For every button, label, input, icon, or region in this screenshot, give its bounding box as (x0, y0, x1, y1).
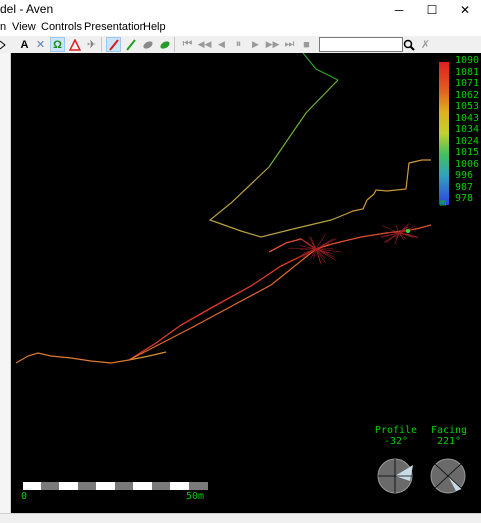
legend-value: 1015 (455, 148, 479, 158)
toolbar-partial-icon[interactable] (0, 37, 8, 52)
scale-bar (23, 482, 208, 490)
profile-value: -32° (374, 436, 418, 447)
rewind-icon[interactable]: ◀ (214, 37, 229, 52)
survey-leg (346, 160, 431, 214)
play-end-icon[interactable]: ⏭ (282, 37, 297, 52)
legend-value: 1053 (455, 102, 479, 112)
facing-label: Facing (427, 425, 471, 436)
find-icon[interactable] (401, 37, 416, 52)
survey-leg (16, 353, 129, 363)
legend-value: 1062 (455, 91, 479, 101)
survey-leg (129, 249, 316, 360)
search-input[interactable] (319, 37, 403, 52)
minimize-icon[interactable]: ─ (383, 0, 415, 19)
menu-view[interactable]: View (12, 21, 36, 33)
fixed-points-icon[interactable] (67, 37, 82, 52)
play-icon[interactable]: ▶ (248, 37, 263, 52)
rewind-fast-icon[interactable]: ◀◀ (197, 37, 212, 52)
stop-icon[interactable]: ■ (299, 37, 314, 52)
profile-dial[interactable] (378, 459, 413, 493)
legend-value: 996 (455, 171, 473, 181)
menu-bar: n View Controls Presentation Help (0, 19, 481, 36)
toolbar-separator (101, 37, 104, 52)
entrances-icon[interactable]: Ω (50, 37, 65, 52)
legend-value: 1081 (455, 68, 479, 78)
exported-points-icon[interactable]: ✈ (84, 37, 99, 52)
rewind-start-icon[interactable]: ⏮ (180, 37, 195, 52)
title-bar: del - Aven ─ ☐ ✕ (0, 0, 481, 19)
legend-value: 1006 (455, 160, 479, 170)
toolbar: A ✕ Ω ✈ ⏮ ◀◀ ◀ ⏸ ▶ ▶▶ ⏭ ■ ✗ (0, 36, 481, 54)
centreline-icon[interactable] (106, 37, 121, 52)
survey-leg (129, 249, 316, 360)
legend-value: 1034 (455, 125, 479, 135)
station-marker (406, 229, 410, 233)
play-fast-icon[interactable]: ▶▶ (265, 37, 280, 52)
survey-leg (303, 53, 338, 80)
scale-bar-end: 50m (186, 491, 204, 502)
cave-viewport[interactable]: 1090 1081 1071 1062 1053 1043 1034 1024 … (11, 53, 481, 513)
menu-help[interactable]: Help (143, 21, 166, 33)
window-title: del - Aven (0, 2, 53, 16)
scale-bar-start: 0 (21, 491, 27, 502)
splay-cluster (288, 234, 341, 264)
maximize-icon[interactable]: ☐ (416, 0, 448, 19)
legend-unit: m (440, 199, 446, 209)
splay-shot (288, 249, 316, 250)
menu-file-partial[interactable]: n (0, 21, 6, 33)
menu-controls[interactable]: Controls (41, 21, 82, 33)
close-icon[interactable]: ✕ (449, 0, 481, 19)
legend-value: 1071 (455, 79, 479, 89)
side-panel[interactable] (0, 53, 11, 513)
splays-icon[interactable] (123, 37, 138, 52)
pause-icon[interactable]: ⏸ (231, 37, 246, 52)
legend-value: 1043 (455, 114, 479, 124)
facing-value: 221° (427, 436, 471, 447)
profile-label: Profile (374, 425, 418, 436)
legend-value: 1024 (455, 137, 479, 147)
depth-legend-bar (439, 62, 449, 205)
legend-value: 1090 (455, 56, 479, 66)
menu-presentation[interactable]: Presentation (84, 21, 146, 33)
legend-value: 978 (455, 194, 473, 204)
splay-cluster (381, 223, 418, 244)
survey-leg (210, 167, 346, 237)
crosses-icon[interactable]: ✕ (33, 37, 48, 52)
walls-icon[interactable] (140, 37, 155, 52)
toolbar-separator (174, 37, 177, 52)
text-label-icon[interactable]: A (17, 37, 32, 52)
legend-value: 987 (455, 183, 473, 193)
facing-compass[interactable] (431, 459, 465, 493)
passage-icon[interactable] (157, 37, 172, 52)
hide-found-icon[interactable]: ✗ (418, 37, 433, 52)
survey-leg (269, 80, 338, 167)
